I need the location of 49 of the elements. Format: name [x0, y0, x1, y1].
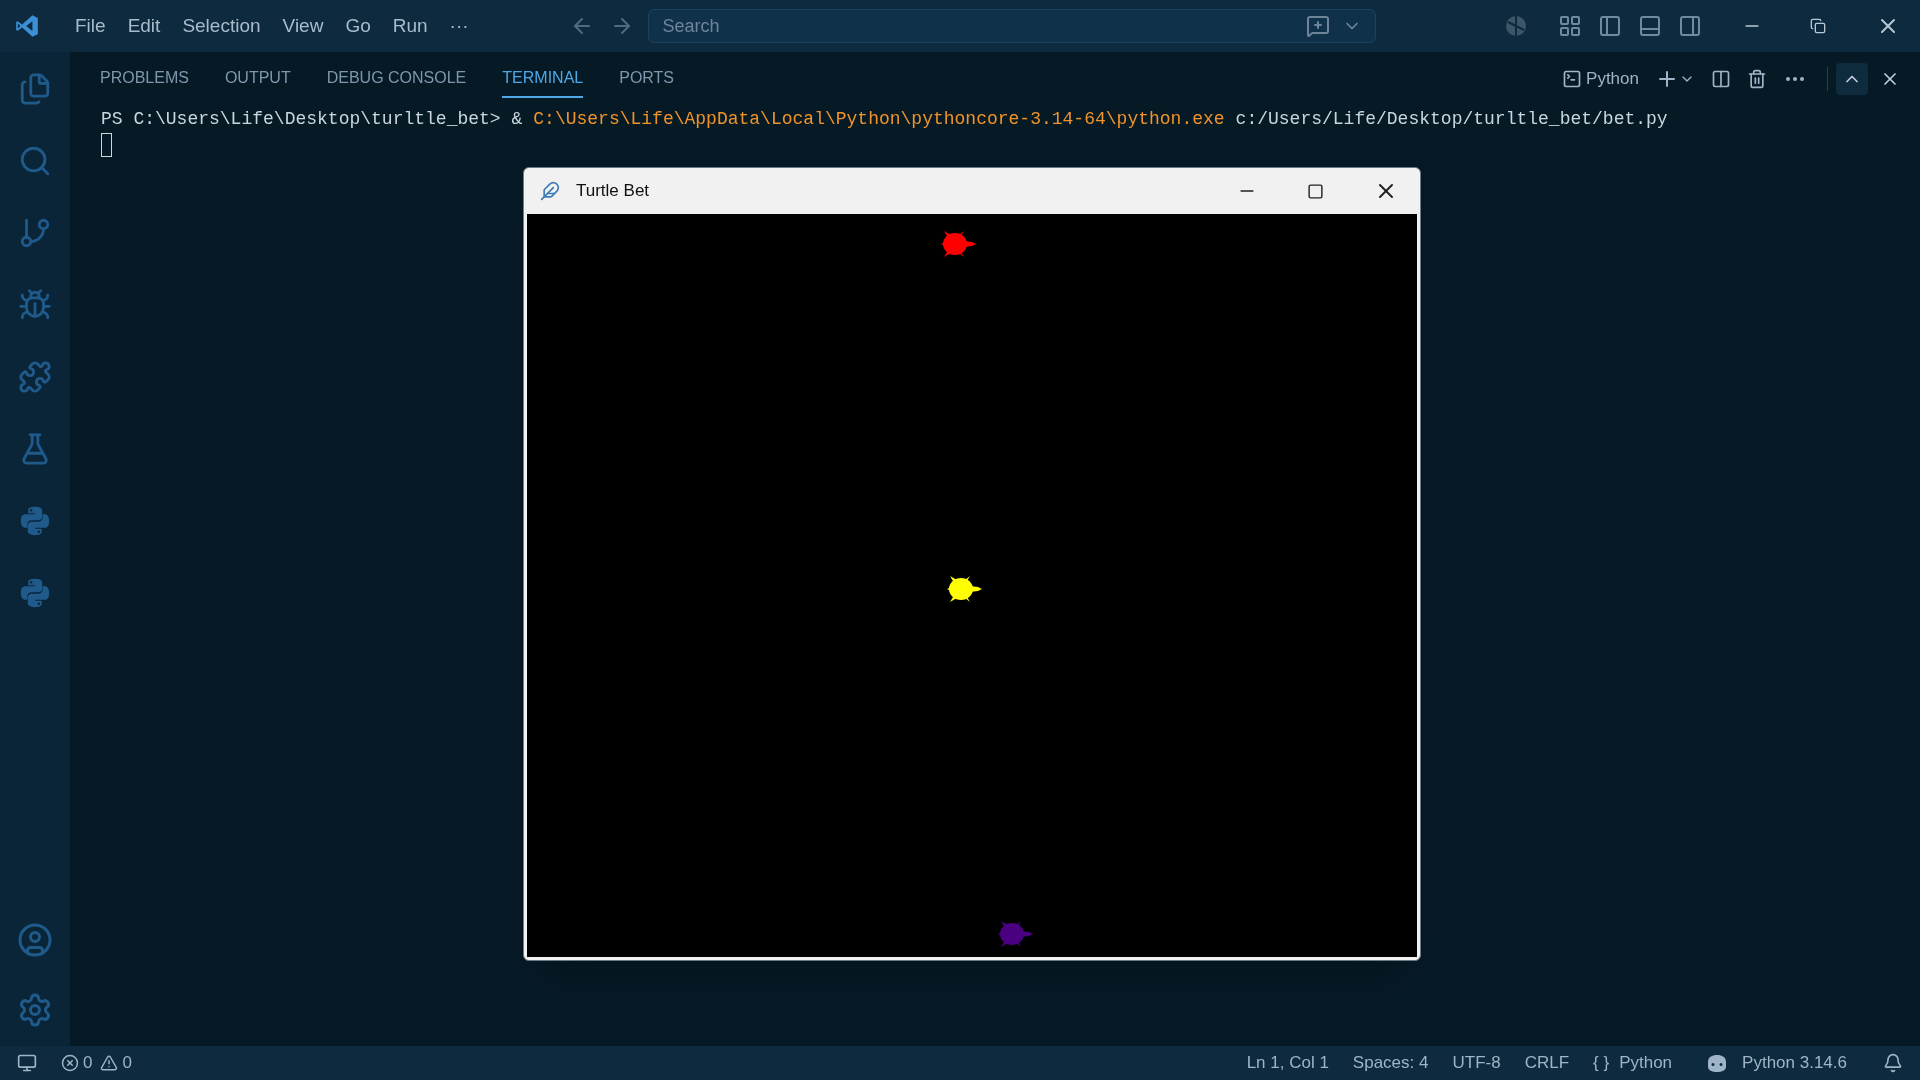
menu-item[interactable]: ··· — [438, 11, 480, 41]
maximize-icon[interactable] — [1307, 182, 1324, 200]
python-interpreter[interactable]: Python 3.14.6 — [1742, 1050, 1847, 1076]
copilot-icon[interactable] — [1706, 1053, 1729, 1073]
trash-icon[interactable] — [1747, 69, 1767, 89]
chat-icon[interactable] — [1305, 14, 1330, 38]
feather-icon — [540, 181, 560, 201]
account-icon[interactable] — [17, 922, 53, 958]
terminal-profile[interactable]: Python — [1586, 66, 1639, 92]
secondary-sidebar-icon[interactable] — [1678, 14, 1702, 38]
terminal-icon — [1562, 69, 1583, 89]
terminal-command: C:\Users\Life\AppData\Local\Python\pythoncore-3.14-64\python.exe — [533, 108, 1225, 131]
settings-icon[interactable] — [17, 992, 53, 1028]
encoding[interactable]: UTF-8 — [1452, 1050, 1501, 1076]
menu-item[interactable]: Edit — [116, 11, 172, 41]
panel-tab[interactable]: PORTS — [619, 60, 675, 98]
panel-tab[interactable]: DEBUG CONSOLE — [326, 60, 467, 98]
menu-item[interactable]: View — [271, 11, 335, 41]
terminal-argument: c:/Users/Life/Desktop/turltle_bet/bet.py — [1235, 108, 1668, 131]
app-logo-icon — [14, 13, 40, 39]
cursor-position[interactable]: Ln 1, Col 1 — [1246, 1050, 1329, 1076]
terminal-cursor — [101, 133, 112, 157]
language-braces: { } — [1593, 1052, 1610, 1075]
remote-icon[interactable] — [17, 1053, 37, 1073]
panel-toggle-icon[interactable] — [1638, 14, 1662, 38]
warning-count[interactable]: 0 — [122, 1050, 132, 1076]
sidebar-toggle-icon[interactable] — [1598, 14, 1622, 38]
menu-item[interactable]: File — [64, 11, 117, 41]
error-count[interactable]: 0 — [83, 1050, 93, 1076]
menu-item[interactable]: Go — [334, 11, 382, 41]
error-icon — [61, 1054, 79, 1072]
panel-tab[interactable]: TERMINAL — [502, 60, 584, 98]
maximize-panel-button[interactable] — [1836, 63, 1868, 95]
line-ending[interactable]: CRLF — [1524, 1050, 1570, 1076]
warning-icon — [100, 1054, 119, 1072]
terminal-prompt: PS C:\Users\Life\Desktop\turltle_bet> & — [101, 108, 523, 131]
split-terminal-icon[interactable] — [1711, 69, 1731, 89]
panel-tab[interactable]: PROBLEMS — [100, 60, 189, 98]
indentation[interactable]: Spaces: 4 — [1352, 1050, 1429, 1076]
layout-icon[interactable] — [1558, 14, 1582, 38]
search-field[interactable]: Search — [647, 9, 1376, 43]
restore-icon[interactable] — [1810, 18, 1826, 34]
extensions-icon[interactable] — [16, 358, 54, 396]
window-title: Turtle Bet — [576, 180, 650, 203]
panel-tab[interactable]: OUTPUT — [224, 60, 291, 98]
menu-item[interactable]: Selection — [171, 11, 272, 41]
menu-item[interactable]: Run — [381, 11, 439, 41]
notifications-icon[interactable] — [1883, 1053, 1903, 1073]
language-mode[interactable]: Python — [1619, 1050, 1673, 1076]
